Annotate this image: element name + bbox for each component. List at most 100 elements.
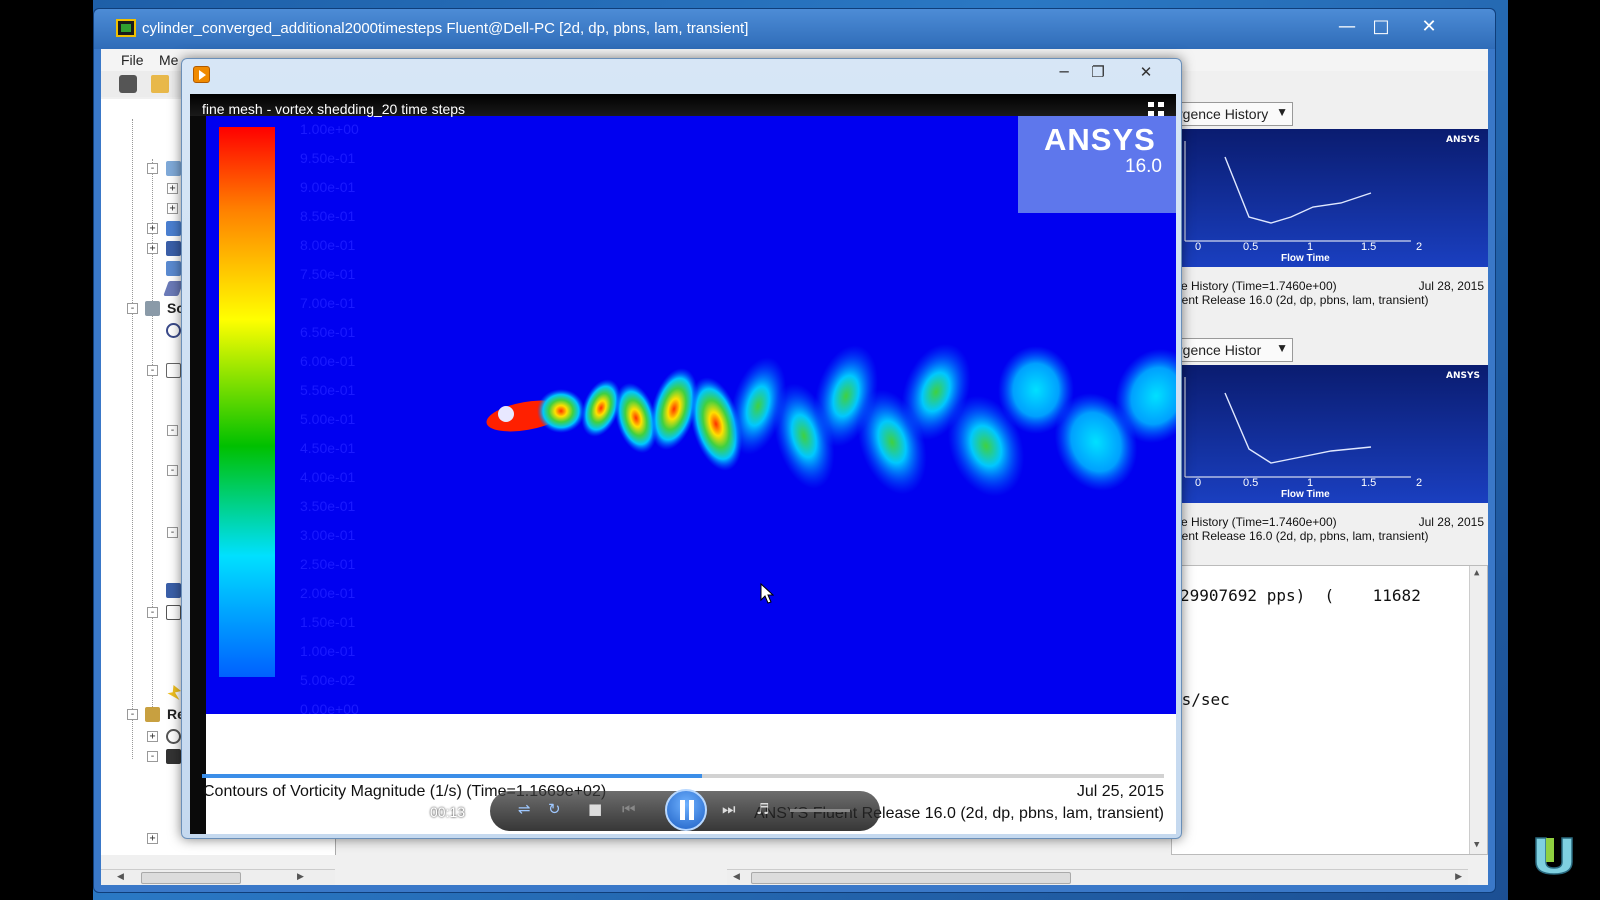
plot1-ansys-logo: ANSYS [1446, 135, 1480, 145]
ansys-logo-version: 16.0 [1125, 156, 1162, 177]
legend-tick-label: 3.00e-01 [300, 527, 356, 543]
fluent-title-bar[interactable]: cylinder_converged_additional2000timeste… [94, 9, 1495, 49]
volume-icon[interactable]: ♬ [756, 800, 769, 818]
video-title: fine mesh - vortex shedding_20 time step… [202, 101, 466, 117]
collapse-icon[interactable]: - [167, 425, 178, 436]
save-icon[interactable] [119, 75, 137, 93]
legend-tick-label: 7.00e-01 [300, 295, 356, 311]
video-surface[interactable]: 1.00e+00 9.50e-01 9.00e-01 8.50e-01 8.00e-01… [190, 94, 1176, 834]
console-vertical-scrollbar[interactable]: ▲ ▼ [1469, 566, 1487, 854]
flask-icon [166, 161, 181, 176]
expand-icon[interactable]: + [167, 203, 178, 214]
legend-tick-label: 9.00e-01 [300, 179, 356, 195]
fullscreen-icon[interactable] [1148, 102, 1164, 116]
plot1-caption-release: uent Release 16.0 (2d, dp, pbns, lam, tr… [1175, 293, 1429, 307]
plot1-area[interactable]: ANSYS 0 0.5 1 1.5 2 Flow Time [1171, 129, 1488, 267]
menu-mesh[interactable]: Me [159, 52, 178, 68]
menu-file[interactable]: File [121, 52, 144, 68]
main-horizontal-scrollbar[interactable]: ◀ ▶ [727, 869, 1468, 885]
scroll-left-icon[interactable]: ◀ [733, 872, 740, 882]
media-player-app-icon [193, 66, 210, 83]
channel-watermark-logo-icon [1535, 837, 1573, 875]
scroll-left-icon[interactable]: ◀ [117, 872, 124, 882]
plot1-caption: ce History (Time=1.7460e+00) Jul 28, 201… [1175, 273, 1484, 311]
graphics-panel: rgence History ▼ ANSYS 0 0.5 1 1.5 2 Flow… [1171, 99, 1488, 855]
collapse-icon[interactable]: - [147, 163, 158, 174]
seek-bar-fill [202, 774, 703, 778]
player-title-bar[interactable]: ─ ❐ ✕ [182, 59, 1181, 91]
plot2-caption: ce History (Time=1.7460e+00) Jul 28, 201… [1175, 509, 1484, 547]
report-icon [166, 363, 181, 378]
expand-icon[interactable]: + [147, 833, 158, 844]
previous-icon[interactable]: ⏮ [622, 800, 636, 818]
plot2-x-tick: 1 [1307, 477, 1314, 489]
controls-icon [166, 343, 181, 358]
tree-guide-line [132, 119, 133, 759]
video-title-strip: fine mesh - vortex shedding_20 time step… [190, 94, 1176, 117]
seek-bar[interactable] [202, 774, 1164, 778]
tree-horizontal-scrollbar[interactable]: ◀ ▶ [101, 869, 335, 885]
legend-tick-label: 7.50e-01 [300, 266, 356, 282]
collapse-icon[interactable]: - [147, 365, 158, 376]
plot2-x-tick: 1.5 [1361, 477, 1377, 489]
plot1-caption-title: ce History (Time=1.7460e+00) [1175, 279, 1337, 293]
fluent-app-icon [116, 19, 136, 37]
expand-icon[interactable]: + [167, 183, 178, 194]
cell-zone-icon [166, 221, 181, 236]
fluent-window-title: cylinder_converged_additional2000timeste… [142, 20, 749, 37]
expand-icon[interactable]: + [147, 223, 158, 234]
stop-icon[interactable]: ■ [588, 800, 602, 818]
plot2-x-tick: 0.5 [1243, 477, 1259, 489]
collapse-icon[interactable]: - [167, 527, 178, 538]
minimize-icon[interactable]: — [1330, 15, 1364, 39]
player-minimize-icon[interactable]: ─ [1048, 61, 1080, 83]
console-output[interactable]: 29907692 pps) ( 11682 ) ts/sec ▲ ▼ [1171, 565, 1488, 855]
expand-icon[interactable]: + [147, 243, 158, 254]
plot1-x-label: Flow Time [1281, 253, 1330, 264]
scroll-right-icon[interactable]: ▶ [1455, 872, 1462, 882]
pause-button[interactable] [665, 789, 707, 831]
legend-tick-label: 3.50e-01 [300, 498, 356, 514]
plot1-window-dropdown[interactable]: rgence History ▼ [1171, 102, 1293, 126]
scroll-thumb[interactable] [141, 872, 241, 884]
plot2-ansys-logo: ANSYS [1446, 371, 1480, 381]
collapse-icon[interactable]: - [147, 751, 158, 762]
plot2-x-tick: 2 [1416, 477, 1423, 489]
legend-tick-label: 1.00e+00 [300, 121, 359, 137]
legend-tick-label: 0.00e+00 [300, 701, 359, 717]
plot2-caption-title: ce History (Time=1.7460e+00) [1175, 515, 1337, 529]
scroll-thumb[interactable] [751, 872, 1071, 884]
player-close-icon[interactable]: ✕ [1130, 61, 1162, 83]
plot2-window-dropdown[interactable]: rgence Histor ▼ [1171, 338, 1293, 362]
close-icon[interactable]: ✕ [1412, 15, 1446, 39]
plot2-x-label: Flow Time [1281, 489, 1330, 500]
repeat-icon[interactable]: ↻ [548, 800, 561, 818]
collapse-icon[interactable]: - [127, 709, 138, 720]
scroll-up-icon[interactable]: ▲ [1474, 568, 1479, 578]
vorticity-color-legend [219, 127, 275, 677]
legend-tick-label: 5.00e-01 [300, 411, 356, 427]
collapse-icon[interactable]: - [127, 303, 138, 314]
legend-tick-label: 1.50e-01 [300, 614, 356, 630]
plot2-area[interactable]: ANSYS 0 0.5 1 1.5 2 Flow Time [1171, 365, 1488, 503]
scroll-right-icon[interactable]: ▶ [297, 872, 304, 882]
plot2-caption-release: uent Release 16.0 (2d, dp, pbns, lam, tr… [1175, 529, 1429, 543]
next-icon[interactable]: ⏭ [722, 800, 736, 818]
collapse-icon[interactable]: - [167, 465, 178, 476]
player-restore-icon[interactable]: ❐ [1082, 61, 1114, 83]
expand-icon[interactable]: + [147, 731, 158, 742]
scroll-down-icon[interactable]: ▼ [1474, 840, 1479, 850]
graphics-icon [166, 729, 181, 744]
collapse-icon[interactable]: - [147, 607, 158, 618]
maximize-icon[interactable]: □ [1364, 15, 1398, 39]
volume-slider[interactable] [790, 809, 850, 812]
console-line: 29907692 pps) ( 11682 [1180, 586, 1421, 605]
plot1-x-tick: 1 [1307, 241, 1314, 253]
contour-caption-date: Jul 25, 2015 [1076, 783, 1164, 800]
plot1-x-tick: 0.5 [1243, 241, 1259, 253]
methods-icon [166, 323, 181, 338]
legend-tick-label: 8.00e-01 [300, 237, 356, 253]
open-folder-icon[interactable] [151, 75, 169, 93]
shuffle-icon[interactable]: ⇌ [518, 800, 531, 818]
legend-tick-label: 5.00e-02 [300, 672, 356, 688]
